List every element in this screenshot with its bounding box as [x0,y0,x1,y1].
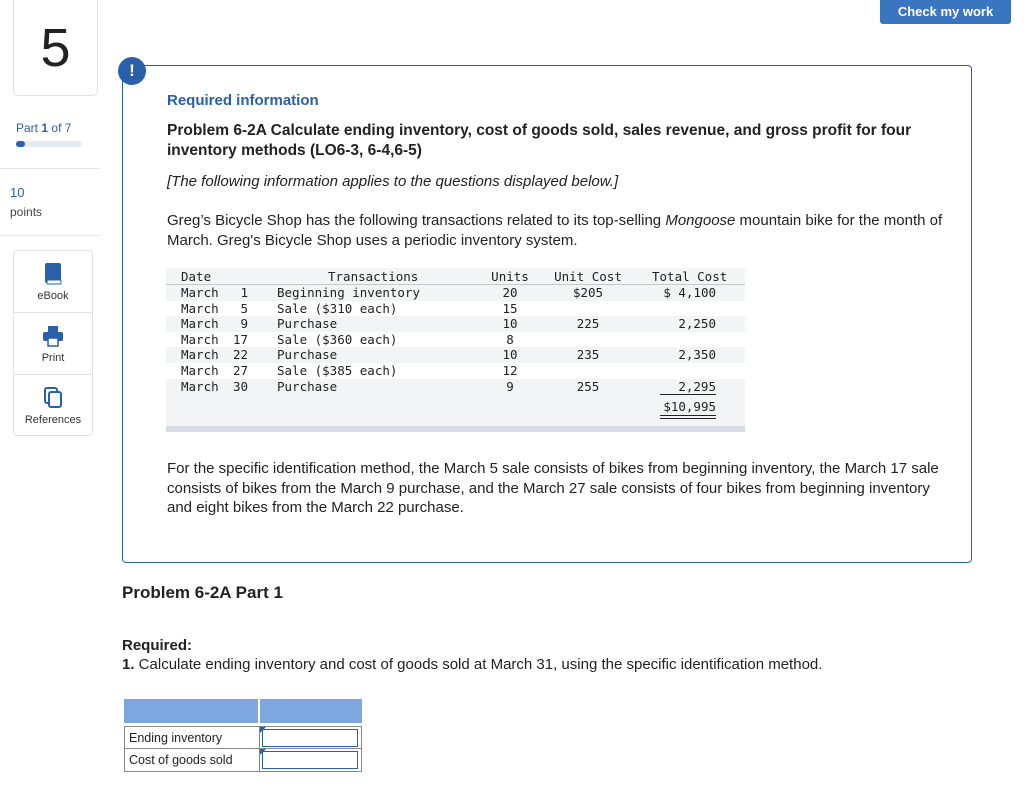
part-progress-bar [16,141,82,147]
cell-unit-cost: 235 [576,347,600,363]
answer-header-cell [124,699,260,723]
references-button[interactable]: References [14,375,92,437]
book-icon [43,262,63,286]
cell-day: 1 [240,285,248,300]
cell-unit-cost: 255 [576,378,600,394]
cell-units: 10 [502,316,518,332]
cell-day: 5 [240,300,248,316]
header-transactions: Transactions [328,269,419,284]
alert-icon: ! [118,57,146,85]
table-row-stripe [166,300,745,317]
table-bottom-bar [166,426,745,432]
ending-inventory-input[interactable] [262,729,358,747]
cell-total-cost: $ 4,100 [663,285,716,300]
answer-row-ending-inventory: Ending inventory [124,726,362,749]
required-information-heading: Required information [167,92,319,109]
cell-month: March [181,285,219,300]
required-instruction: Calculate ending inventory and cost of g… [134,656,823,673]
header-unit-cost: Unit Cost [554,269,622,284]
cell-month: March [181,331,219,347]
answer-table-header [124,699,362,723]
ebook-button[interactable]: eBook [14,251,92,313]
cell-units: 20 [502,285,518,300]
cell-total-cost: 2,295 [678,378,716,394]
part-indicator: Part 1 of 7 [16,121,71,135]
header-units: Units [491,269,529,284]
cell-marker-icon [260,727,266,733]
cell-transaction: Purchase [277,378,338,394]
cell-units: 15 [502,300,518,316]
answer-row-cogs: Cost of goods sold [124,749,362,772]
cost-of-goods-sold-label: Cost of goods sold [124,749,260,772]
part-progress-fill [16,141,26,147]
part-of: of 7 [51,121,72,135]
cell-transaction: Sale ($385 each) [277,363,398,378]
cell-total-cost: 2,350 [678,347,716,363]
cell-day: 27 [232,363,248,378]
table-row-stripe [166,363,745,379]
cost-of-goods-sold-input[interactable] [262,751,358,769]
cell-month: March [181,300,219,316]
header-date: Date [181,269,212,284]
required-label: Required: [122,637,193,654]
points-label: points [10,205,43,219]
part-word: Part [16,121,39,135]
ebook-label: eBook [37,289,69,302]
cell-total-cost: 2,250 [678,316,716,332]
cell-day: 22 [232,347,248,363]
cell-units: 8 [506,331,514,347]
cell-units: 9 [506,378,514,394]
rail-divider [0,235,100,236]
references-label: References [24,414,82,426]
cell-units: 10 [502,347,518,363]
question-number: 5 [13,0,98,96]
cell-month: March [181,363,219,378]
rail-divider [0,168,100,169]
header-total-cost: Total Cost [652,269,728,284]
cost-of-goods-sold-cell [260,749,362,772]
intro-italic: Mongoose [665,212,736,229]
check-my-work-button[interactable]: Check my work [880,0,1011,24]
cell-day: 17 [232,331,248,347]
answer-table: Ending inventory Cost of goods sold [124,699,362,772]
print-label: Print [41,351,65,364]
part-current: 1 [41,121,49,135]
ending-inventory-label: Ending inventory [124,726,260,749]
specific-identification-note: For the specific identification method, … [167,460,939,516]
printer-icon [42,324,64,348]
cell-unit-cost: 225 [576,316,600,332]
tools-panel: eBook Print References [13,250,93,436]
cell-transaction: Beginning inventory [277,285,420,300]
print-button[interactable]: Print [14,313,92,375]
part-title: Problem 6-2A Part 1 [122,583,283,602]
grand-total: $10,995 [663,399,716,415]
total-double-underline [660,415,716,417]
cell-month: March [181,316,219,332]
cell-unit-cost: $205 [572,285,604,300]
references-icon [43,386,63,410]
cell-transaction: Purchase [277,316,338,332]
points-value: 10 [10,185,25,200]
transactions-table: Date Transactions Units Unit Cost Total … [166,268,745,432]
answer-header-cell [260,699,362,723]
required-number: 1. [122,656,135,673]
cell-marker-icon [260,749,266,755]
cell-day: 30 [232,378,248,394]
cell-transaction: Sale ($360 each) [277,331,398,347]
cell-day: 9 [240,316,248,332]
intro-text: Greg’s Bicycle Shop has the following tr… [167,211,957,251]
ending-inventory-cell [260,726,362,749]
cell-transaction: Sale ($310 each) [277,300,398,316]
total-underline [660,393,716,395]
cell-month: March [181,347,219,363]
applies-note: [The following information applies to th… [167,173,619,190]
required-text: 1. Calculate ending inventory and cost o… [122,656,822,673]
intro-pre: Greg’s Bicycle Shop has the following tr… [167,212,666,229]
cell-transaction: Purchase [277,347,338,363]
table-row-stripe [166,331,745,348]
total-double-underline [660,418,716,420]
cell-units: 12 [502,363,518,378]
cell-month: March [181,378,219,394]
problem-title: Problem 6-2A Calculate ending inventory,… [167,122,912,159]
